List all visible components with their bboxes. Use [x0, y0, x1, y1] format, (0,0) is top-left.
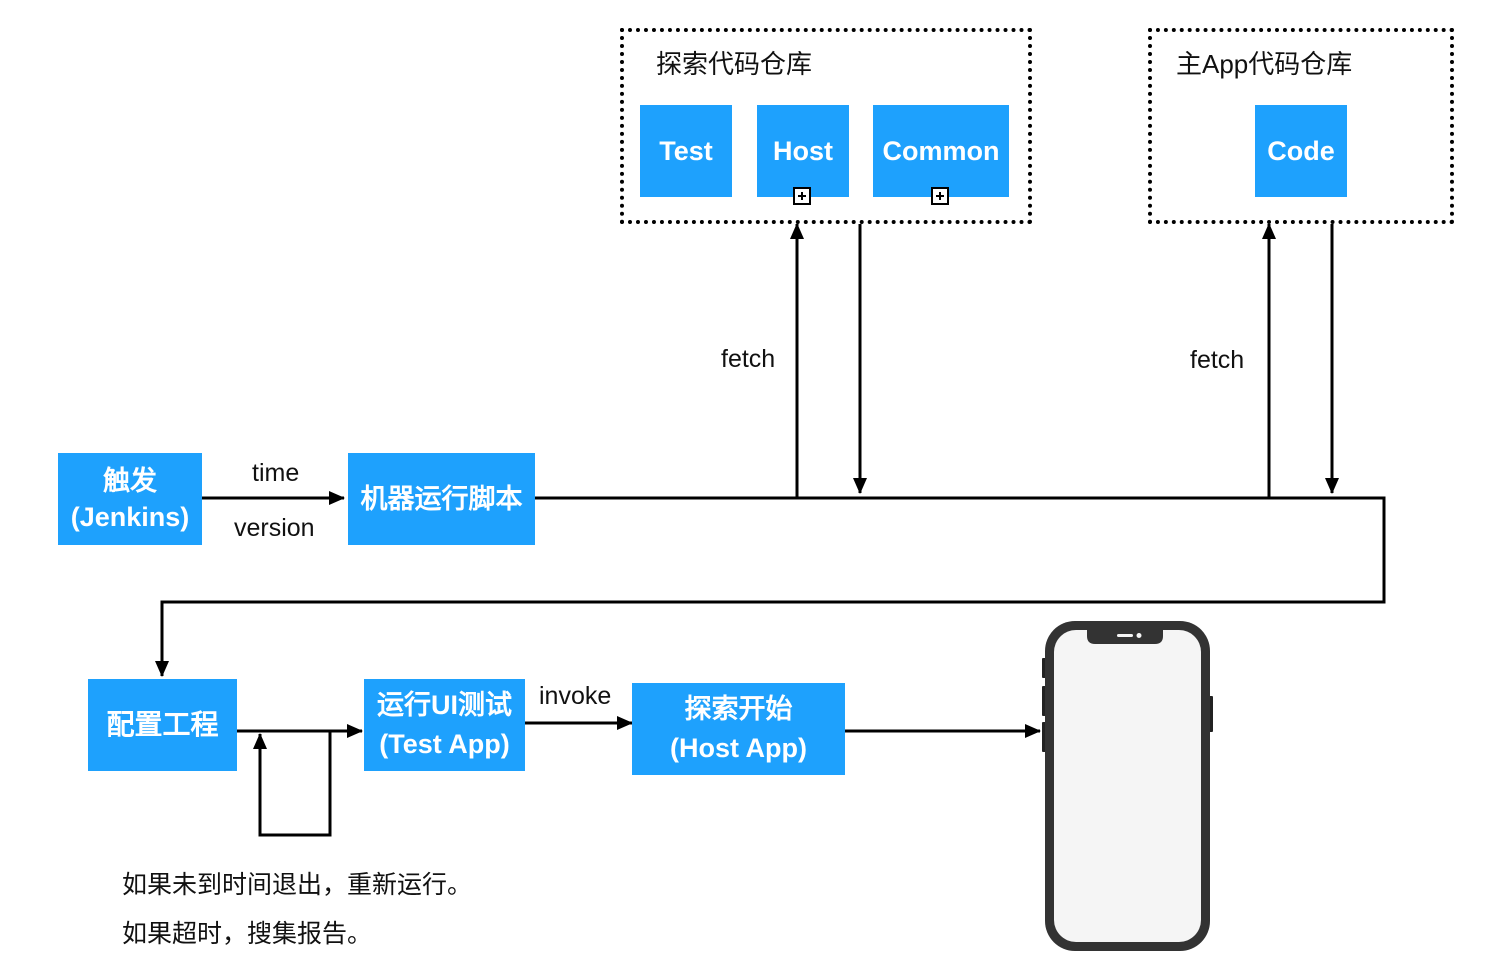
- edge-label-time: time: [252, 459, 300, 487]
- node-code[interactable]: Code: [1255, 105, 1347, 197]
- expand-icon[interactable]: [793, 187, 811, 205]
- node-host[interactable]: Host: [757, 105, 849, 197]
- explore-repo-title: 探索代码仓库: [656, 49, 813, 79]
- node-trigger-line1: 触发: [103, 465, 157, 496]
- node-run-ui-test-line1: 运行UI测试: [377, 689, 512, 720]
- node-common-label: Common: [882, 135, 1000, 166]
- node-trigger-line2: (Jenkins): [70, 502, 190, 532]
- node-config-project[interactable]: 配置工程: [88, 679, 237, 771]
- node-host-label: Host: [773, 135, 833, 166]
- node-test[interactable]: Test: [640, 105, 732, 197]
- node-explore-start-line2: (Host App): [670, 733, 807, 763]
- edge-retry-loop: [253, 731, 332, 837]
- node-config-project-label: 配置工程: [106, 709, 219, 741]
- edge-label-fetch: fetch: [1190, 346, 1245, 374]
- node-run-ui-test[interactable]: 运行UI测试 (Test App): [364, 679, 525, 771]
- node-run-ui-test-line2: (Test App): [379, 729, 510, 759]
- edge-label-version: version: [234, 514, 315, 542]
- node-explore-start[interactable]: 探索开始 (Host App): [632, 683, 845, 775]
- node-explore-start-line1: 探索开始: [684, 693, 793, 724]
- edge-label-fetch: fetch: [721, 345, 776, 373]
- note-retry: 如果未到时间退出，重新运行。: [122, 871, 473, 899]
- node-common[interactable]: Common: [873, 105, 1009, 197]
- node-run-script-label: 机器运行脚本: [360, 483, 523, 514]
- node-code-label: Code: [1267, 135, 1335, 166]
- node-trigger[interactable]: 触发 (Jenkins): [58, 453, 202, 545]
- smartphone-icon: [1042, 621, 1213, 951]
- node-run-script[interactable]: 机器运行脚本: [348, 453, 535, 545]
- expand-icon[interactable]: [931, 187, 949, 205]
- edge-label-invoke: invoke: [539, 682, 612, 710]
- main-repo-title: 主App代码仓库: [1176, 49, 1353, 79]
- note-timeout: 如果超时，搜集报告。: [122, 920, 373, 948]
- node-test-label: Test: [659, 135, 713, 166]
